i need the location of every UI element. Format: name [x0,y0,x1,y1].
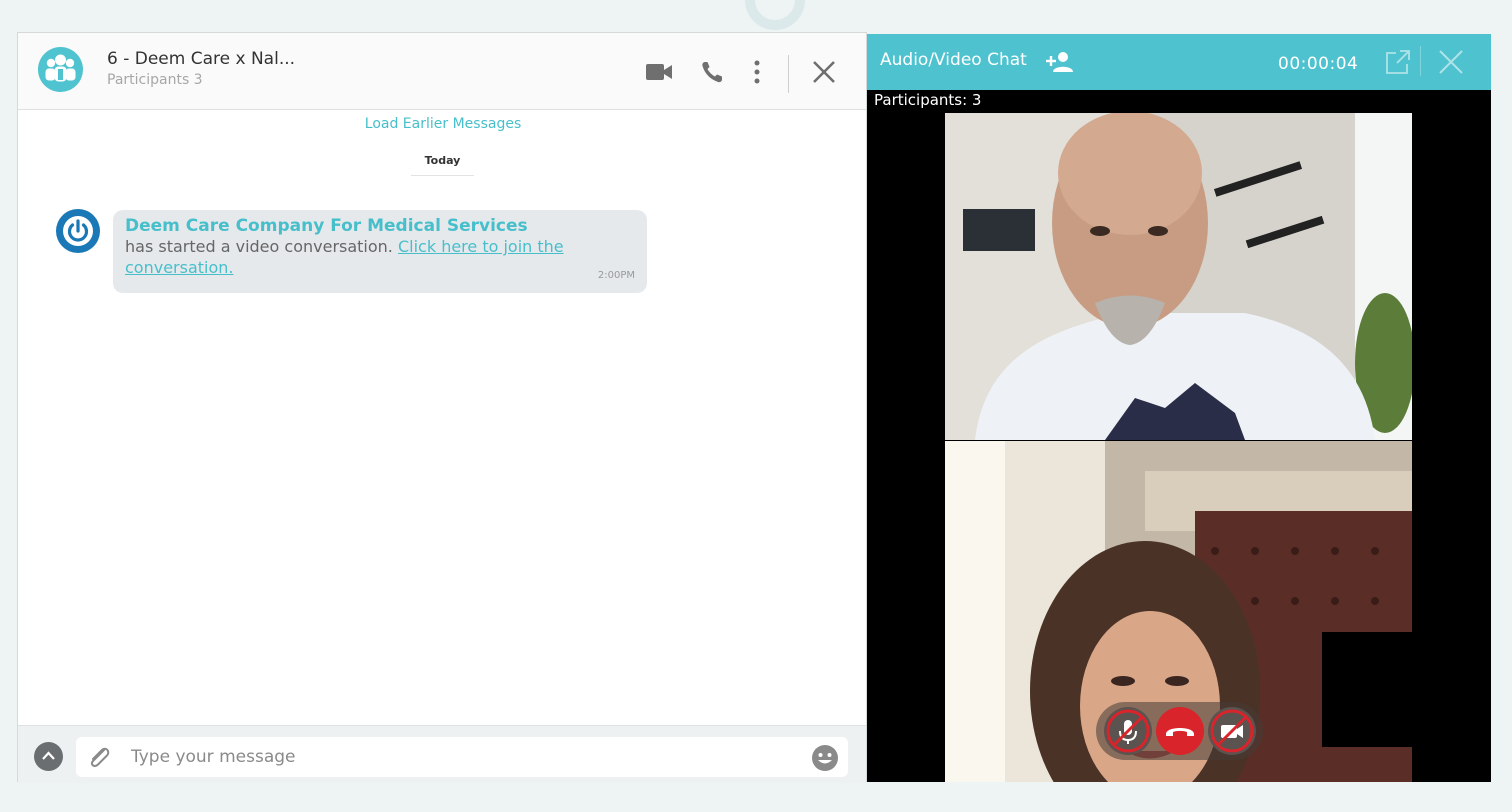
remote-video-feed-1[interactable] [945,113,1412,440]
emoji-icon[interactable] [810,743,840,773]
end-call-button[interactable] [1156,707,1204,755]
self-view-preview [1322,632,1412,747]
call-timer: 00:00:04 [1278,54,1359,74]
sender-avatar [56,209,100,253]
mic-muted-icon [1106,709,1150,753]
participants-label: Participants: 3 [874,91,982,109]
close-icon[interactable] [809,59,839,85]
header-divider [788,55,789,93]
scroll-up-button[interactable] [34,742,63,771]
message-time: 2:00PM [597,270,635,281]
message-input[interactable] [131,743,791,771]
more-vertical-icon[interactable] [742,59,772,85]
group-users-icon [45,54,76,82]
video-header-divider [1420,46,1421,76]
toggle-mic-button[interactable] [1104,707,1152,755]
chevron-up-icon [42,751,55,760]
video-camera-icon[interactable] [644,59,674,85]
message-composer [18,725,866,783]
chat-title: 6 - Deem Care x Nal... [107,49,296,69]
add-participant-icon[interactable] [1045,50,1075,74]
message-text: has started a video conversation. Click … [125,236,635,278]
paperclip-icon[interactable] [84,744,114,770]
background-decoration [745,0,805,30]
video-chat-header: Audio/Video Chat 00:00:04 [867,34,1491,90]
video-chat-panel: Audio/Video Chat 00:00:04 Participants: … [867,34,1491,782]
camera-off-icon [1210,709,1254,753]
participant-video-image [945,113,1412,440]
message-sender: Deem Care Company For Medical Services [125,216,528,236]
date-divider: Today [411,154,474,176]
chat-header: 6 - Deem Care x Nal... Participants 3 [18,33,866,110]
end-call-icon [1166,728,1194,736]
call-controls [1096,702,1263,760]
message-bubble: Deem Care Company For Medical Services h… [113,210,647,293]
load-earlier-messages-link[interactable]: Load Earlier Messages [18,116,868,132]
message-body: has started a video conversation. [125,237,393,256]
phone-icon[interactable] [699,59,729,85]
chat-panel: 6 - Deem Care x Nal... Participants 3 Lo… [17,32,868,783]
power-logo-icon [63,216,93,246]
participants-count: Participants 3 [107,72,203,88]
close-video-icon[interactable] [1437,48,1465,76]
popout-icon[interactable] [1384,48,1412,76]
message-input-container [76,737,848,777]
toggle-camera-button[interactable] [1208,707,1256,755]
group-avatar[interactable] [38,47,83,92]
video-chat-title: Audio/Video Chat [880,50,1027,70]
